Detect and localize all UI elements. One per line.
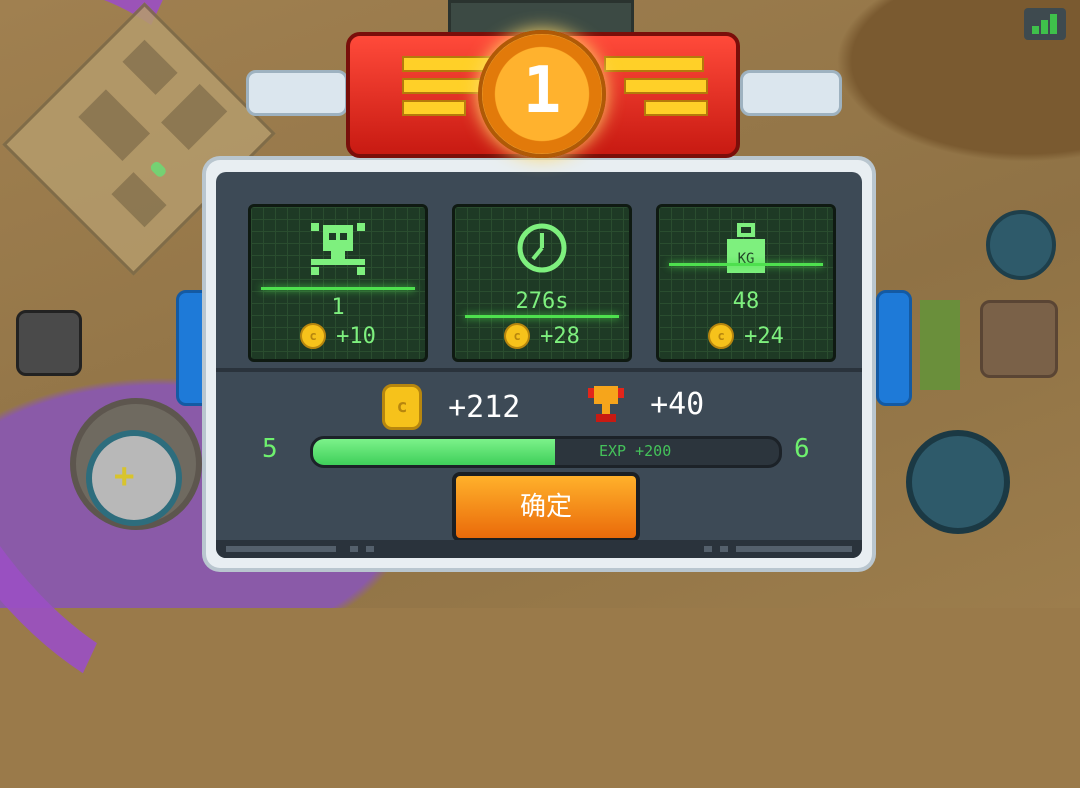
item-slot-button[interactable] <box>980 300 1058 378</box>
total-trophies: +40 <box>588 384 704 424</box>
trophy-icon <box>588 386 624 422</box>
coin-icon: c <box>382 384 422 430</box>
section-divider <box>216 368 862 372</box>
right-wing-icon <box>604 56 708 136</box>
plus-icon: + <box>114 456 135 496</box>
exp-progress-fill <box>313 439 556 465</box>
time-reward: c +28 <box>455 323 629 349</box>
coin-icon: c <box>300 323 327 349</box>
exp-label: EXP +200 <box>599 442 672 460</box>
cactus-obstacle <box>920 300 960 390</box>
exp-progress-bar: EXP +200 <box>310 436 782 468</box>
stat-divider <box>261 287 415 290</box>
weight-stat-box: KG 48 c +24 <box>656 204 836 362</box>
results-panel: 1 c +10 276s c +28 KG 48 c +24 c +212 +4… <box>216 172 862 558</box>
coin-icon: c <box>708 323 735 349</box>
panel-pipe-right <box>740 70 842 116</box>
time-stat-box: 276s c +28 <box>452 204 632 362</box>
weight-kg-icon: KG <box>727 223 765 273</box>
coin-icon: c <box>504 323 531 349</box>
kills-value: 1 <box>331 295 345 320</box>
clock-icon <box>517 223 567 273</box>
minimap-player-marker <box>148 159 168 179</box>
time-value: 276s <box>515 289 569 314</box>
stat-divider <box>465 315 619 318</box>
kills-stat-box: 1 c +10 <box>248 204 428 362</box>
weight-value: 48 <box>732 289 760 314</box>
results-dialog: 1 c +10 276s c +28 KG 48 c +24 c +212 +4… <box>206 160 872 568</box>
confirm-button[interactable]: 确定 <box>452 472 640 542</box>
level-from: 5 <box>262 434 278 464</box>
kills-reward: c +10 <box>251 323 425 349</box>
signal-bars-icon <box>1024 8 1066 40</box>
total-coins: c +212 <box>382 384 520 430</box>
attack-joystick[interactable] <box>906 430 1010 534</box>
panel-footer <box>216 540 862 558</box>
chat-button[interactable] <box>16 310 82 376</box>
weight-reward: c +24 <box>659 323 833 349</box>
panel-side-right <box>876 290 912 406</box>
skull-crossbones-icon <box>311 223 365 275</box>
rank-number: 1 <box>522 54 562 128</box>
level-to: 6 <box>794 434 810 464</box>
rank-medal: 1 <box>478 30 606 158</box>
backpack-button[interactable] <box>986 210 1056 280</box>
panel-pipe-left <box>246 70 348 116</box>
stat-divider <box>669 263 823 266</box>
